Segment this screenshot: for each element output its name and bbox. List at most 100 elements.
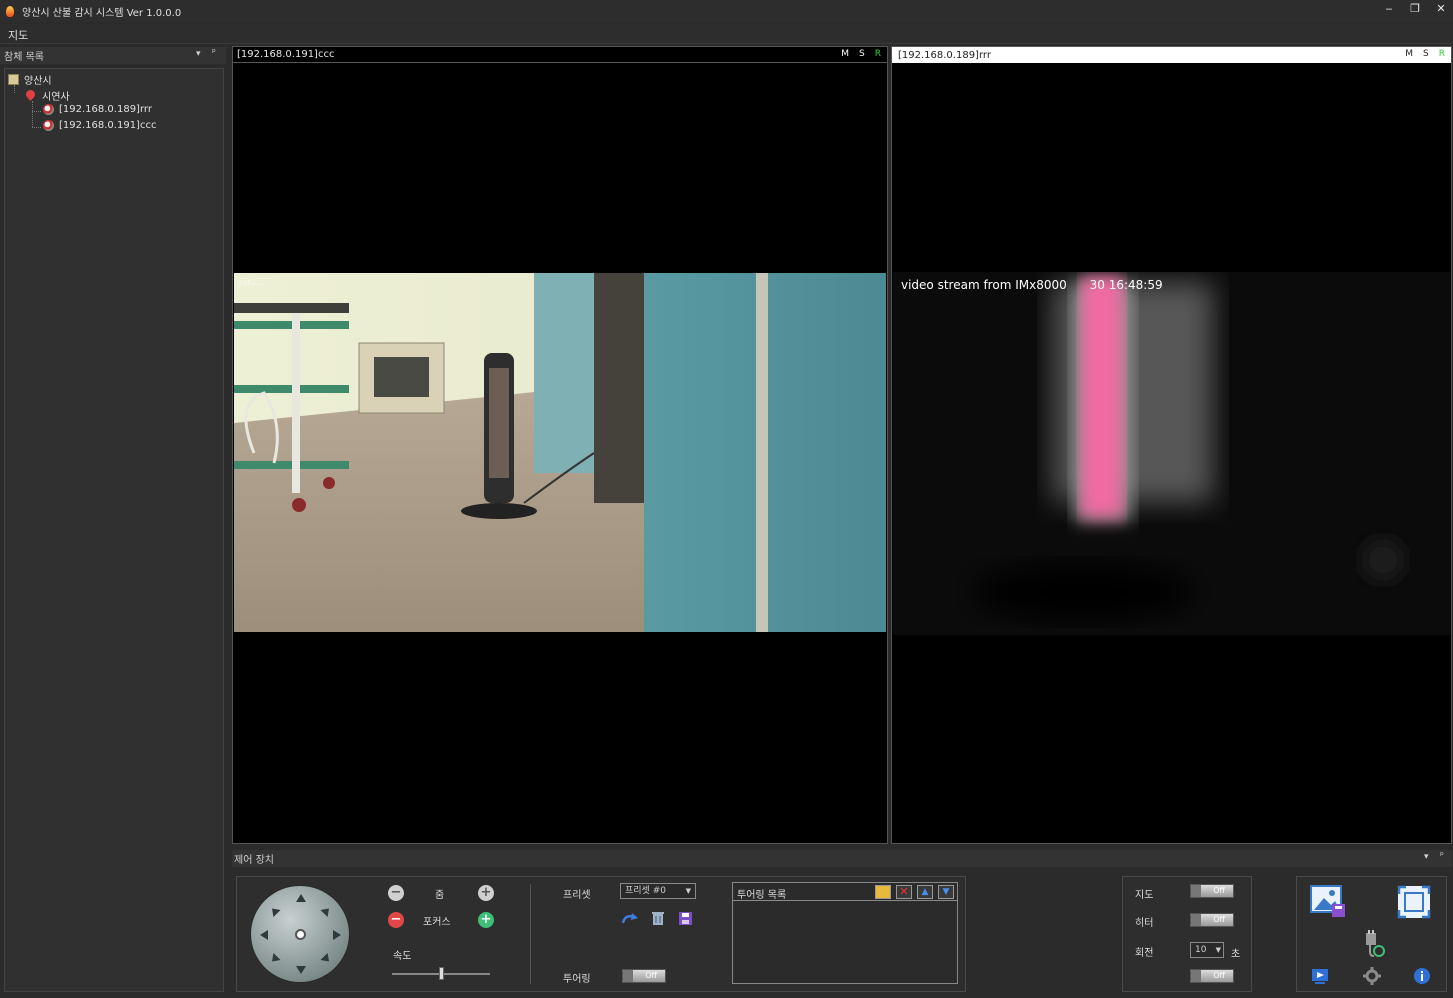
tree-node-label: [192.168.0.191]ccc <box>59 120 157 131</box>
app-title: 양산시 산불 감시 시스템 Ver 1.0.0.0 <box>22 7 182 19</box>
focus-in-button[interactable]: + <box>478 912 494 928</box>
ptz-down-right-arrow[interactable] <box>320 952 333 966</box>
flag-r[interactable]: R <box>875 49 881 59</box>
minimize-button[interactable]: ‒ <box>1383 2 1395 16</box>
app-flame-icon <box>4 4 16 18</box>
rotate-label: 회전 <box>1135 948 1154 959</box>
heater-toggle[interactable]: Off <box>1190 913 1234 927</box>
close-button[interactable]: ✕ <box>1435 2 1447 16</box>
chevron-down-icon: ▼ <box>685 887 691 895</box>
panel-dropdown-icon[interactable]: ▾ <box>196 49 201 59</box>
rotate-unit: 초 <box>1231 949 1241 960</box>
svg-text:yotu…: yotu… <box>238 278 264 287</box>
tree-connector <box>32 101 33 127</box>
ptz-right-arrow[interactable] <box>333 930 341 940</box>
preset-goto-icon[interactable] <box>621 912 639 926</box>
snapshot-gallery-icon[interactable] <box>1310 884 1346 920</box>
speed-slider-thumb[interactable] <box>439 967 444 980</box>
location-pin-icon <box>26 90 35 101</box>
ptz-down-left-arrow[interactable] <box>268 952 281 966</box>
menu-item-map[interactable]: 지도 <box>8 27 28 43</box>
move-down-icon[interactable]: ▼ <box>938 885 954 899</box>
delete-x-icon[interactable]: ✕ <box>896 885 912 899</box>
control-panel-header: 제어 장치 ▾ ᵖ <box>232 850 1452 867</box>
tree-node-group[interactable]: 시연사 <box>26 88 70 103</box>
camera-icon <box>43 104 54 115</box>
touring-list[interactable]: 투어링 목록 ✕ ▲ ▼ <box>732 882 958 984</box>
zoom-in-button[interactable]: + <box>478 885 494 901</box>
window-controls: ‒ ❐ ✕ <box>1383 2 1447 16</box>
flag-r[interactable]: R <box>1439 49 1445 59</box>
video-view-header: [192.168.0.189]rrr M S R <box>892 47 1451 63</box>
camera-image-office: yotu… <box>234 273 886 632</box>
stream-flags: M S R <box>1405 49 1445 59</box>
preset-select[interactable]: 프리셋 #0 ▼ <box>620 883 696 899</box>
camera-label: [192.168.0.189]rrr <box>898 49 991 61</box>
zoom-label: 줌 <box>435 890 445 901</box>
plugin-refresh-icon[interactable] <box>1360 930 1386 958</box>
rotate-interval-select[interactable]: 10 ▼ <box>1190 942 1224 958</box>
tree-node-root[interactable]: 양산시 <box>8 72 52 87</box>
tree-node-camera-191[interactable]: [192.168.0.191]ccc <box>43 120 156 131</box>
panel-pin-icon[interactable]: ᵖ <box>1440 851 1444 861</box>
camera-icon <box>43 120 54 131</box>
tree-node-label: 양산시 <box>24 76 52 87</box>
tree-panel-header: 참체 목록 ▾ ᵖ <box>0 47 226 64</box>
tree-node-label: 시연사 <box>42 92 70 103</box>
rotate-interval-value: 10 <box>1195 945 1207 955</box>
move-up-icon[interactable]: ▲ <box>917 885 933 899</box>
tree-panel-title: 참체 목록 <box>4 52 44 63</box>
focus-out-button[interactable]: − <box>388 912 404 928</box>
ptz-up-right-arrow[interactable] <box>320 904 333 918</box>
title-bar: 양산시 산불 감시 시스템 Ver 1.0.0.0 ‒ ❐ ✕ <box>0 0 1453 22</box>
touring-list-header: 투어링 목록 ✕ ▲ ▼ <box>733 883 957 901</box>
ptz-down-arrow[interactable] <box>296 966 306 974</box>
video-frame-left: yotu… <box>234 273 886 632</box>
menu-bar: 지도 <box>0 24 1453 44</box>
flag-s[interactable]: S <box>859 49 865 59</box>
gear-icon[interactable] <box>1363 967 1381 985</box>
touring-list-title: 투어링 목록 <box>737 890 787 901</box>
open-folder-icon[interactable] <box>875 885 891 899</box>
control-panel-title: 제어 장치 <box>234 855 274 866</box>
flag-m[interactable]: M <box>1405 49 1413 59</box>
info-icon[interactable] <box>1413 967 1431 985</box>
map-label: 지도 <box>1135 890 1154 901</box>
flag-m[interactable]: M <box>841 49 849 59</box>
camera-image-thermal <box>893 272 1451 635</box>
tree-node-label: [192.168.0.189]rrr <box>59 104 152 115</box>
video-view-header: [192.168.0.191]ccc M S R <box>233 47 887 63</box>
fullscreen-icon[interactable] <box>1397 885 1431 919</box>
ptz-up-left-arrow[interactable] <box>268 904 281 918</box>
preset-label: 프리셋 <box>563 890 591 901</box>
tree-node-camera-189[interactable]: [192.168.0.189]rrr <box>43 104 152 115</box>
preset-select-value: 프리셋 #0 <box>625 886 666 896</box>
focus-label: 포커스 <box>423 917 451 928</box>
stream-flags: M S R <box>841 49 881 59</box>
camera-label: [192.168.0.191]ccc <box>237 49 335 60</box>
touring-toggle[interactable]: Off <box>622 969 666 983</box>
zoom-out-button[interactable]: − <box>388 885 404 901</box>
ptz-joystick[interactable] <box>250 885 350 983</box>
touring-label: 투어링 <box>563 974 591 985</box>
ptz-up-arrow[interactable] <box>296 894 306 902</box>
speed-label: 속도 <box>393 951 412 962</box>
heater-label: 히터 <box>1135 918 1154 929</box>
divider <box>530 884 531 984</box>
flag-s[interactable]: S <box>1423 49 1429 59</box>
ptz-home-button[interactable] <box>295 929 306 940</box>
play-video-icon[interactable] <box>1311 967 1329 985</box>
tree-connector <box>32 127 41 128</box>
panel-dropdown-icon[interactable]: ▾ <box>1424 852 1429 862</box>
map-toggle[interactable]: Off <box>1190 884 1234 898</box>
tree-connector <box>32 111 41 112</box>
rotate-toggle[interactable]: Off <box>1190 969 1234 983</box>
panel-pin-icon[interactable]: ᵖ <box>212 48 216 58</box>
folder-icon <box>8 74 19 85</box>
video-overlay-text: video stream from IMx8000 30 16:48:59 <box>901 278 1163 292</box>
video-frame-right: video stream from IMx8000 30 16:48:59 <box>893 272 1451 635</box>
ptz-left-arrow[interactable] <box>260 930 268 940</box>
preset-delete-icon[interactable] <box>651 911 665 926</box>
preset-save-icon[interactable] <box>678 911 693 926</box>
restore-button[interactable]: ❐ <box>1409 2 1421 16</box>
